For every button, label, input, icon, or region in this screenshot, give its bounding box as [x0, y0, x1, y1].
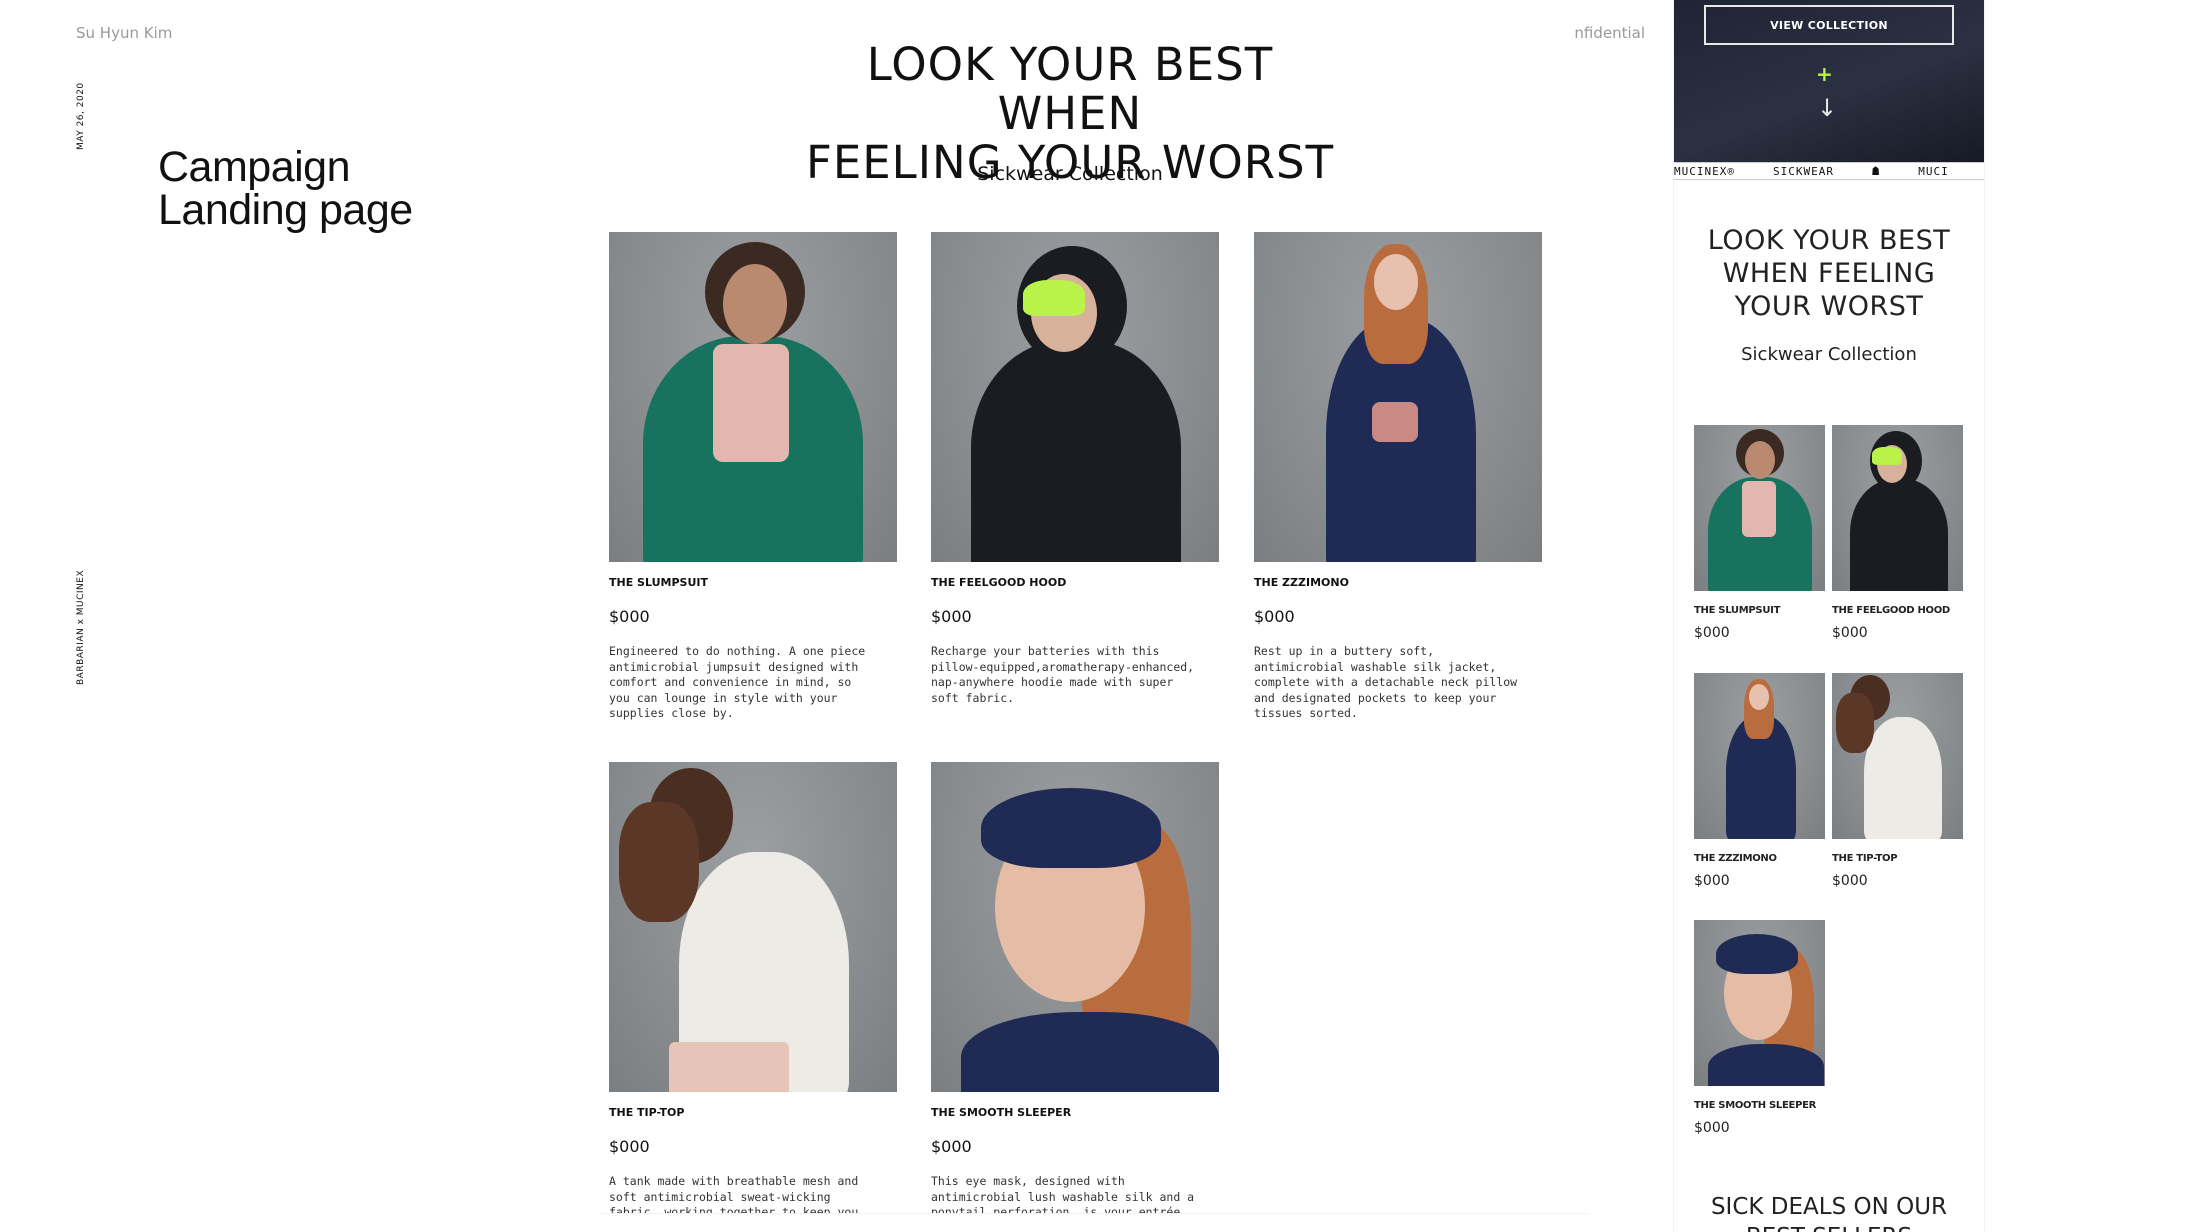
view-collection-button[interactable]: VIEW COLLECTION: [1704, 5, 1954, 45]
product-image-zzzimono[interactable]: [1254, 232, 1542, 562]
mobile-headline: LOOK YOUR BEST WHEN FEELING YOUR WORST: [1707, 225, 1951, 322]
mobile-product-name[interactable]: THE SMOOTH SLEEPER: [1694, 1100, 1825, 1111]
mobile-product-image[interactable]: [1694, 673, 1825, 839]
mobile-hero: VIEW COLLECTION + ↓: [1674, 0, 1984, 162]
product-card-feelgood-hood[interactable]: THE FEELGOOD HOOD $000 Recharge your bat…: [931, 232, 1219, 706]
product-image-feelgood-hood[interactable]: [931, 232, 1219, 562]
product-price: $000: [609, 1137, 650, 1156]
mobile-product-price: $000: [1694, 1120, 1730, 1136]
mobile-product-price: $000: [1694, 625, 1730, 641]
mobile-product-name[interactable]: THE TIP-TOP: [1832, 853, 1963, 864]
mobile-product-card[interactable]: THE SMOOTH SLEEPER $000: [1694, 920, 1825, 1136]
confidential-label: Confidential: [1575, 24, 1645, 42]
landing-headline-line1: LOOK YOUR BEST WHEN: [866, 38, 1274, 140]
brand-label: BARBARIAN x MUCINEX: [76, 569, 86, 685]
character-icon: ☗: [1871, 164, 1881, 178]
mobile-product-card[interactable]: THE TIP-TOP $000: [1832, 673, 1963, 889]
mobile-product-name[interactable]: THE SLUMPSUIT: [1694, 605, 1825, 616]
product-card-slumpsuit[interactable]: THE SLUMPSUIT $000 Engineered to do noth…: [609, 232, 897, 722]
mobile-product-card[interactable]: THE SLUMPSUIT $000: [1694, 425, 1825, 641]
product-name[interactable]: THE TIP-TOP: [609, 1106, 897, 1119]
product-price: $000: [1254, 607, 1295, 626]
product-name[interactable]: THE SMOOTH SLEEPER: [931, 1106, 1219, 1119]
mobile-product-image[interactable]: [1694, 425, 1825, 591]
product-image-slumpsuit[interactable]: [609, 232, 897, 562]
slide-title: Campaign Landing page: [158, 146, 413, 232]
mobile-product-price: $000: [1832, 873, 1868, 889]
ticker-item: SICKWEAR: [1772, 164, 1834, 178]
author-name: Su Hyun Kim: [76, 24, 173, 42]
mobile-deals-heading: SICK DEALS ON OUR BEST SELLERS: [1710, 1194, 1948, 1232]
product-card-smooth-sleeper[interactable]: THE SMOOTH SLEEPER $000 This eye mask, d…: [931, 762, 1219, 1221]
product-card-tip-top[interactable]: THE TIP-TOP $000 A tank made with breath…: [609, 762, 897, 1221]
slide-title-line1: Campaign: [158, 143, 350, 191]
mobile-ticker: MUCINEX® SICKWEAR ☗ MUCI: [1674, 162, 1984, 180]
landing-subhead: Sickwear Collection: [977, 163, 1163, 185]
mobile-product-image[interactable]: [1832, 673, 1963, 839]
mobile-product-price: $000: [1694, 873, 1730, 889]
mobile-product-price: $000: [1832, 625, 1868, 641]
product-description: Recharge your batteries with this pillow…: [931, 644, 1195, 705]
product-name[interactable]: THE ZZZIMONO: [1254, 576, 1542, 589]
product-price: $000: [931, 1137, 972, 1156]
plus-icon[interactable]: +: [1816, 62, 1833, 86]
product-description: Rest up in a buttery soft, antimicrobial…: [1254, 644, 1518, 720]
mobile-product-card[interactable]: THE ZZZIMONO $000: [1694, 673, 1825, 889]
product-image-smooth-sleeper[interactable]: [931, 762, 1219, 1092]
mobile-product-card[interactable]: THE FEELGOOD HOOD $000: [1832, 425, 1963, 641]
arrow-down-icon[interactable]: ↓: [1817, 94, 1837, 122]
slide-date: MAY 26, 2020: [76, 82, 86, 150]
product-price: $000: [931, 607, 972, 626]
mobile-product-name[interactable]: THE FEELGOOD HOOD: [1832, 605, 1963, 616]
mobile-product-image[interactable]: [1694, 920, 1825, 1086]
product-description: Engineered to do nothing. A one piece an…: [609, 644, 866, 720]
ticker-item: MUCINEX®: [1674, 164, 1735, 178]
mobile-product-image[interactable]: [1832, 425, 1963, 591]
product-image-tip-top[interactable]: [609, 762, 897, 1092]
product-card-zzzimono[interactable]: THE ZZZIMONO $000 Rest up in a buttery s…: [1254, 232, 1542, 722]
product-name[interactable]: THE FEELGOOD HOOD: [931, 576, 1219, 589]
slide-title-line2: Landing page: [158, 186, 413, 234]
ticker-item: MUCI: [1918, 164, 1949, 178]
scroll-fade: [600, 1213, 1590, 1232]
mobile-product-name[interactable]: THE ZZZIMONO: [1694, 853, 1825, 864]
product-name[interactable]: THE SLUMPSUIT: [609, 576, 897, 589]
mobile-subhead: Sickwear Collection: [1741, 344, 1917, 365]
mobile-preview: VIEW COLLECTION + ↓ MUCINEX® SICKWEAR ☗ …: [1673, 0, 1985, 1232]
product-price: $000: [609, 607, 650, 626]
